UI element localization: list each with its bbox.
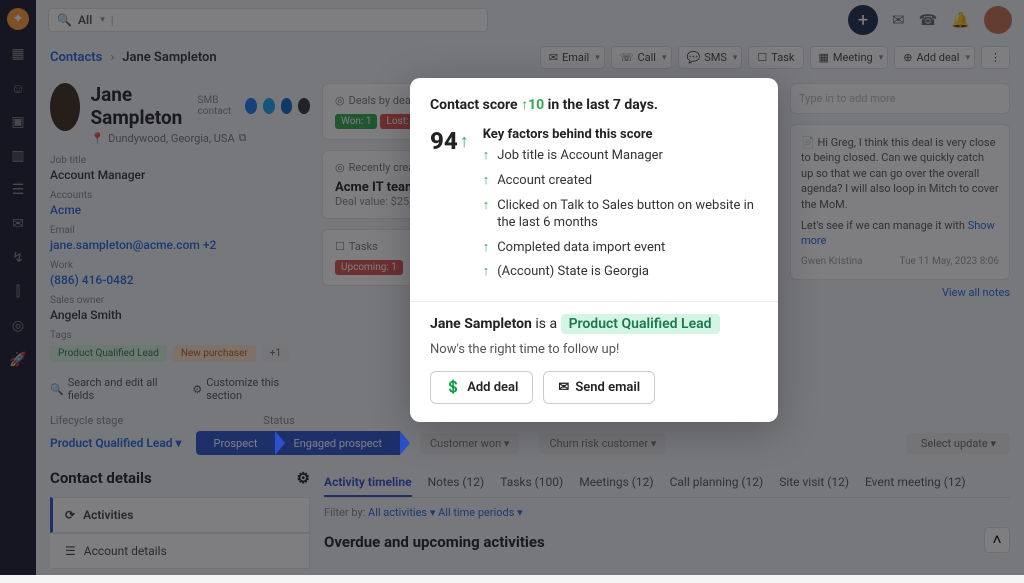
arrow-up-icon: ↑ bbox=[483, 240, 490, 257]
factor-item: ↑Account created bbox=[483, 173, 758, 190]
popover-heading: Contact score ↑10 in the last 7 days. bbox=[430, 96, 758, 113]
popover-statement: Jane Sampleton is a Product Qualified Le… bbox=[430, 314, 758, 334]
arrow-up-icon: ↑ bbox=[460, 131, 469, 152]
factor-item: ↑Completed data import event bbox=[483, 240, 758, 257]
popover-subtext: Now's the right time to follow up! bbox=[430, 342, 758, 357]
dollar-icon: 💲 bbox=[445, 380, 461, 395]
factor-item: ↑(Account) State is Georgia bbox=[483, 264, 758, 281]
contact-score-popover: Contact score ↑10 in the last 7 days. 94… bbox=[410, 78, 778, 422]
arrow-up-icon: ↑ bbox=[483, 173, 490, 190]
arrow-up-icon: ↑ bbox=[483, 264, 490, 281]
pql-badge: Product Qualified Lead bbox=[561, 314, 720, 334]
mail-icon: ✉ bbox=[558, 380, 569, 395]
factors-title: Key factors behind this score bbox=[483, 127, 758, 142]
add-deal-button[interactable]: 💲Add deal bbox=[430, 371, 533, 404]
arrow-up-icon: ↑ bbox=[483, 148, 490, 165]
arrow-up-icon: ↑ bbox=[483, 198, 490, 232]
send-email-button[interactable]: ✉Send email bbox=[543, 371, 655, 404]
score-value: 94↑ bbox=[430, 127, 469, 155]
factor-item: ↑Clicked on Talk to Sales button on webs… bbox=[483, 198, 758, 232]
factor-item: ↑Job title is Account Manager bbox=[483, 148, 758, 165]
